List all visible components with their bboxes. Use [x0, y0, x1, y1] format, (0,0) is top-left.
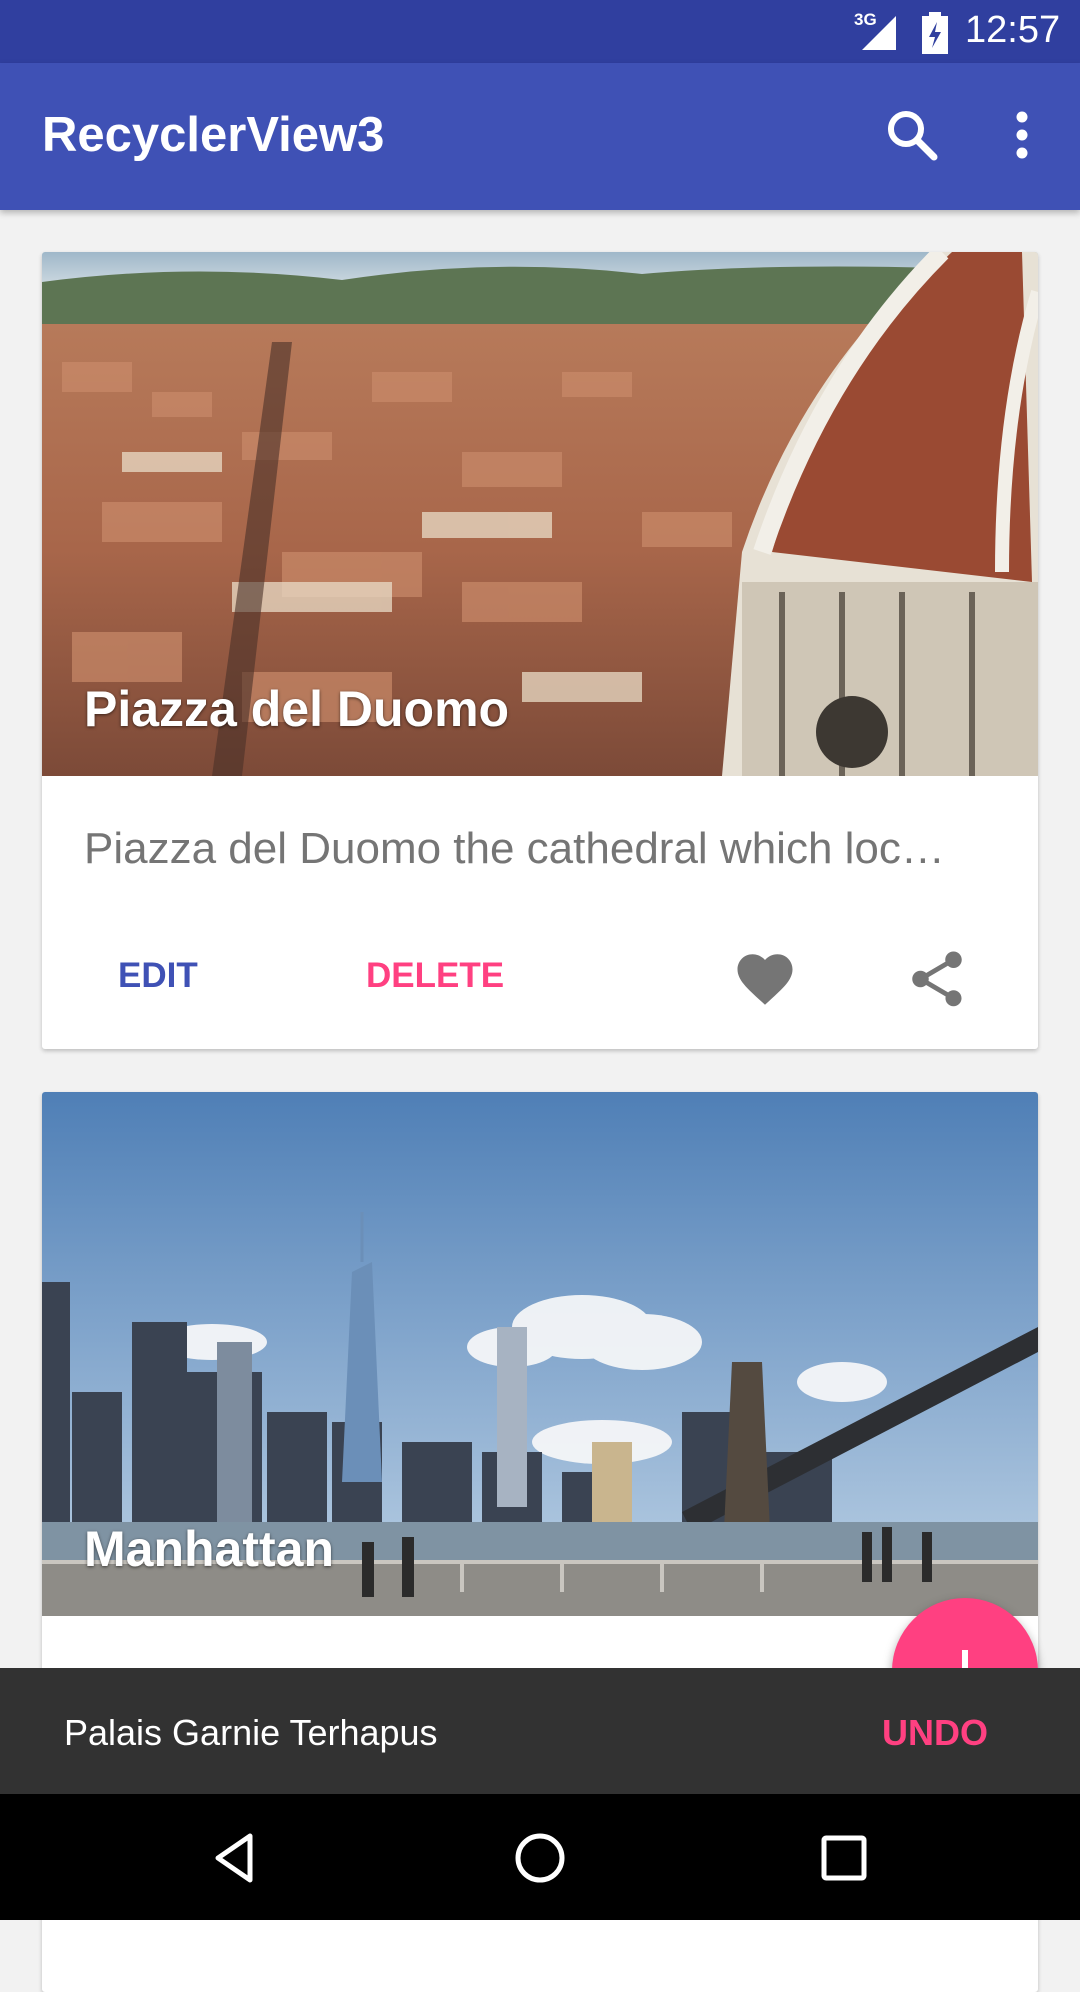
app-bar: RecyclerView3 — [0, 63, 1080, 210]
status-bar: 3G 12:57 — [0, 0, 1080, 63]
edit-button[interactable]: EDIT — [118, 956, 198, 996]
share-icon[interactable] — [904, 946, 970, 1012]
clock: 12:57 — [965, 9, 1061, 51]
recents-icon[interactable] — [814, 1828, 874, 1888]
delete-button[interactable]: DELETE — [366, 956, 504, 996]
card-title: Manhattan — [84, 1521, 334, 1577]
snackbar-message: Palais Garnie Terhapus — [64, 1712, 438, 1753]
card-description: Piazza del Duomo the cathedral which loc… — [84, 824, 945, 873]
navigation-bar — [0, 1794, 1080, 1920]
card-piazza-del-duomo[interactable]: Piazza del Duomo Piazza del Duomo the ca… — [42, 252, 1038, 1049]
card-title: Piazza del Duomo — [84, 681, 510, 737]
card-image: Piazza del Duomo — [42, 252, 1038, 776]
undo-button[interactable]: UNDO — [882, 1712, 988, 1754]
battery-icon — [922, 12, 948, 54]
signal-icon — [862, 16, 896, 50]
back-icon[interactable] — [206, 1828, 266, 1888]
favorite-icon[interactable] — [732, 946, 798, 1012]
home-icon[interactable] — [510, 1828, 570, 1888]
app-title: RecyclerView3 — [42, 108, 385, 162]
card-actions: EDIT DELETE — [42, 932, 1038, 1032]
search-icon[interactable] — [880, 103, 944, 167]
snackbar: Palais Garnie Terhapus UNDO — [0, 1668, 1080, 1794]
card-image: Manhattan — [42, 1092, 1038, 1616]
more-vert-icon[interactable] — [992, 103, 1052, 167]
